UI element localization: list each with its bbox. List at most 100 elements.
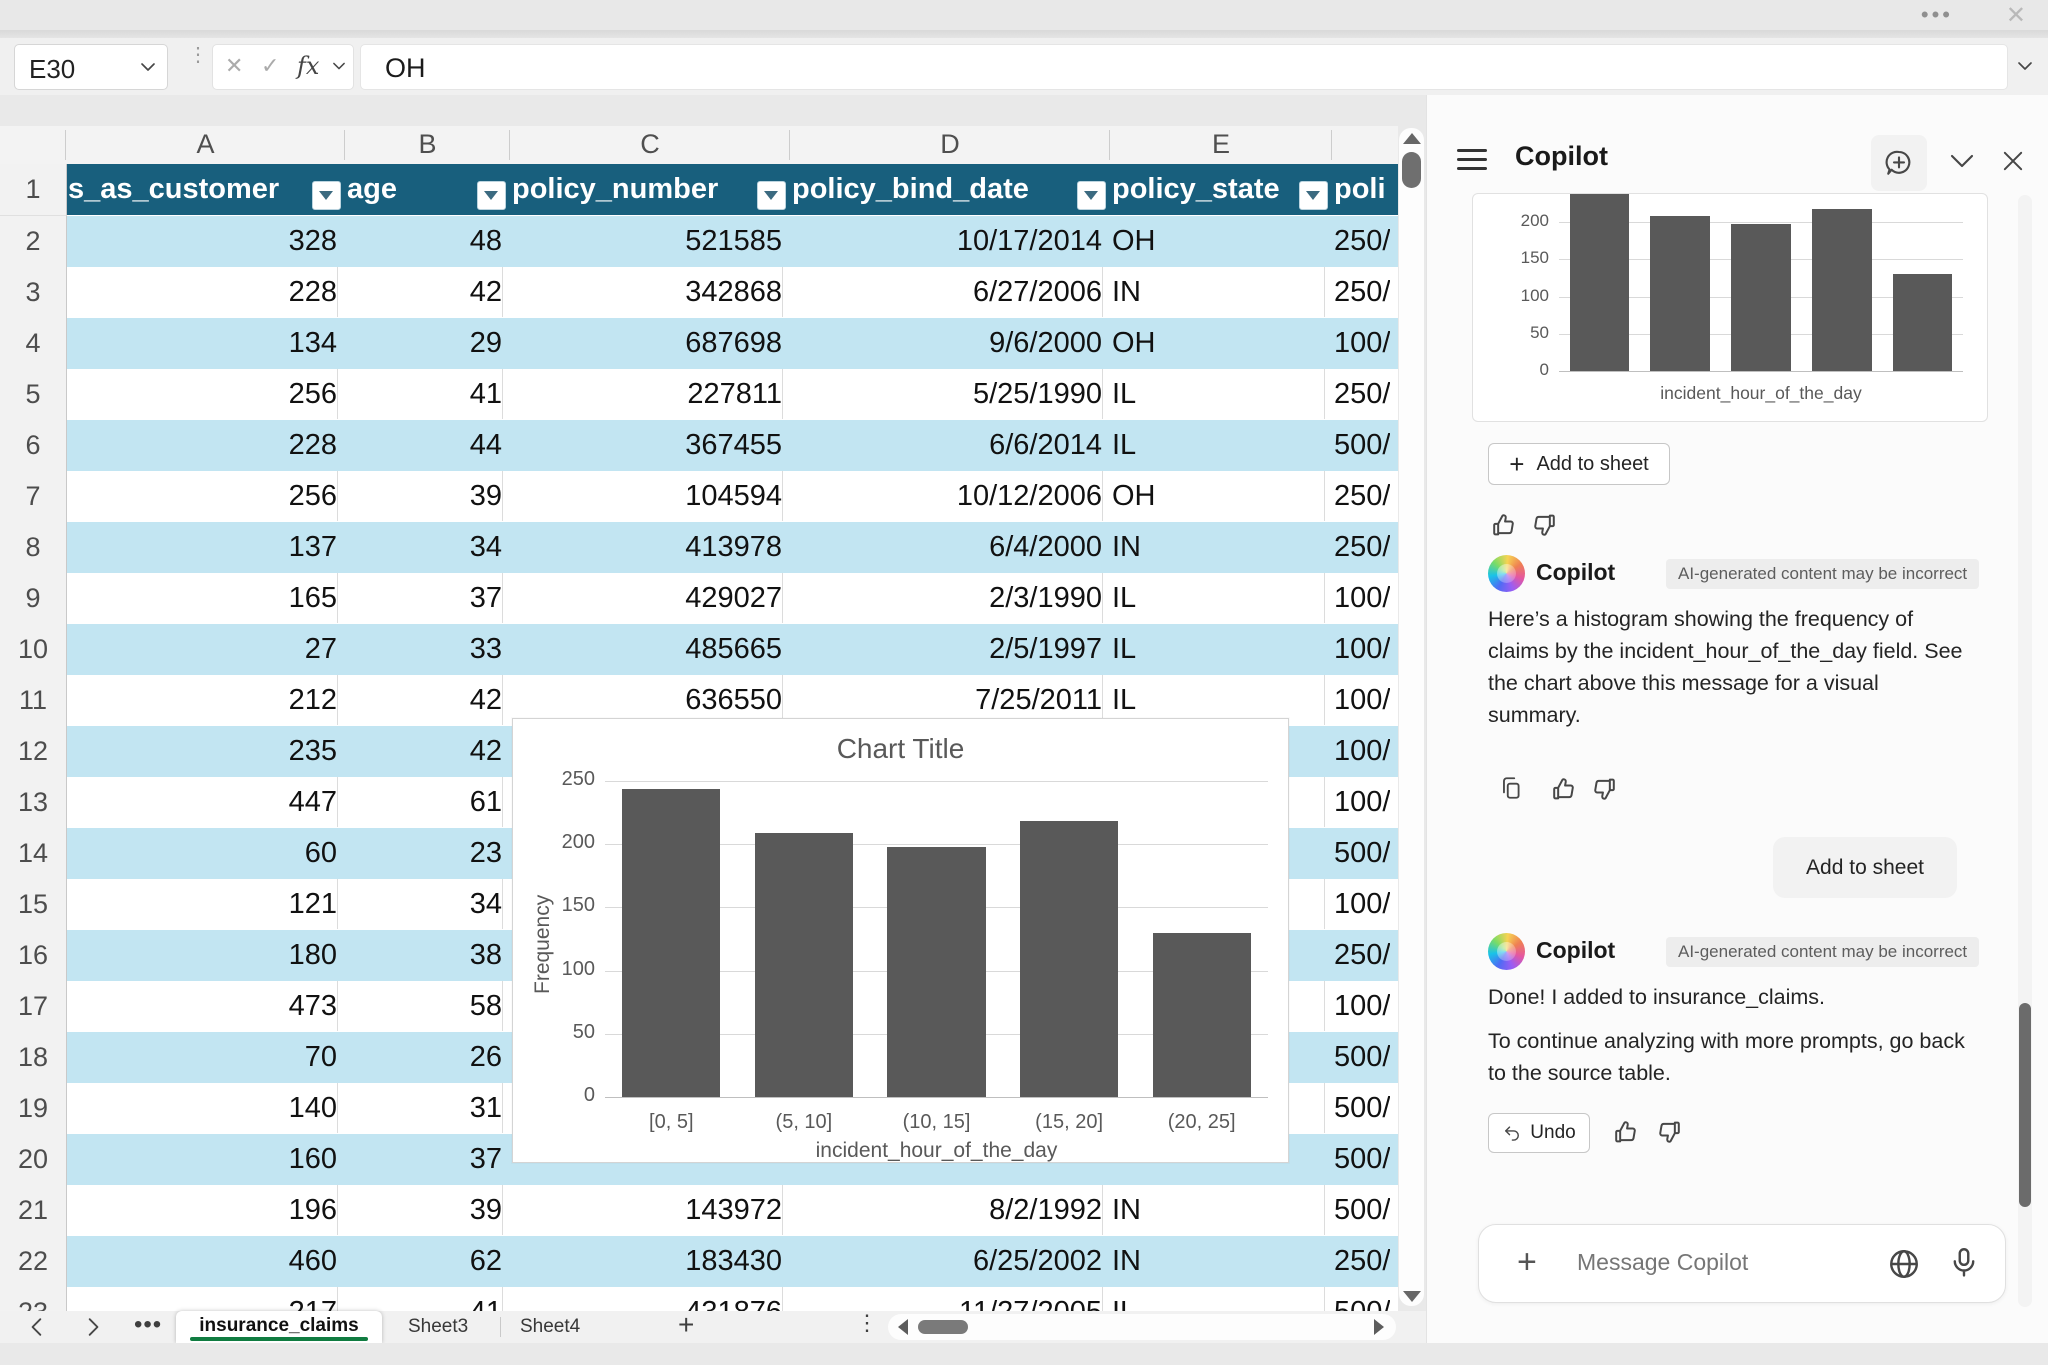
cell-C10[interactable]: 485665 (512, 624, 782, 674)
row-header-3[interactable]: 3 (0, 267, 67, 319)
filter-dropdown-icon[interactable] (477, 181, 506, 210)
cell-4[interactable]: 100/ (1334, 318, 1390, 368)
formula-bar-expand-icon[interactable] (2016, 59, 2034, 73)
cell-B18[interactable]: 26 (347, 1032, 502, 1082)
tab-sheet4[interactable]: Sheet4 (520, 1316, 580, 1338)
cell-B17[interactable]: 58 (347, 981, 503, 1031)
filter-dropdown-icon[interactable] (1299, 181, 1328, 210)
close-icon[interactable] (1999, 147, 2027, 175)
row-header-11[interactable]: 11 (0, 675, 67, 727)
cell-E5[interactable]: IL (1112, 369, 1325, 419)
cell-E6[interactable]: IL (1112, 420, 1324, 470)
cell-D4[interactable]: 9/6/2000 (792, 318, 1102, 368)
cell-B23[interactable]: 41 (347, 1287, 503, 1311)
cell-B13[interactable]: 61 (347, 777, 503, 827)
cell-C3[interactable]: 342868 (512, 267, 783, 317)
row-header-12[interactable]: 12 (0, 726, 67, 778)
cell-B12[interactable]: 42 (347, 726, 502, 776)
row-header-1[interactable]: 1 (0, 164, 67, 216)
filter-dropdown-icon[interactable] (1077, 181, 1106, 210)
copy-icon[interactable] (1498, 775, 1528, 805)
cell-7[interactable]: 250/ (1334, 471, 1390, 521)
cell-D5[interactable]: 5/25/1990 (792, 369, 1103, 419)
cell-E8[interactable]: IN (1112, 522, 1324, 572)
cell-D21[interactable]: 8/2/1992 (792, 1185, 1103, 1235)
chevron-down-icon[interactable] (139, 60, 157, 74)
row-header-22[interactable]: 22 (0, 1236, 67, 1288)
cell-23[interactable]: 500/ (1334, 1287, 1390, 1311)
cell-B15[interactable]: 34 (347, 879, 503, 929)
tab-sheet3[interactable]: Sheet3 (408, 1316, 468, 1338)
tab-options-icon[interactable]: ⋮ (856, 1310, 878, 1336)
row-header-20[interactable]: 20 (0, 1134, 67, 1186)
cell-A6[interactable]: 228 (68, 420, 337, 470)
row-header-17[interactable]: 17 (0, 981, 67, 1033)
table-header-policy_state[interactable]: policy_state (1112, 164, 1330, 214)
cell-22[interactable]: 250/ (1334, 1236, 1390, 1286)
add-sheet-icon[interactable]: + (678, 1309, 694, 1341)
copilot-chart-card[interactable]: 050100150200incident_hour_of_the_day (1472, 193, 1988, 422)
cell-6[interactable]: 500/ (1334, 420, 1390, 470)
cell-D3[interactable]: 6/27/2006 (792, 267, 1103, 317)
cell-B3[interactable]: 42 (347, 267, 503, 317)
vertical-scrollbar-thumb[interactable] (1402, 152, 1421, 188)
cell-A8[interactable]: 137 (68, 522, 337, 572)
row-header-23[interactable]: 23 (0, 1287, 67, 1311)
prev-sheet-icon[interactable] (28, 1317, 46, 1337)
cell-A3[interactable]: 228 (68, 267, 338, 317)
cell-D6[interactable]: 6/6/2014 (792, 420, 1102, 470)
attach-plus-icon[interactable]: + (1517, 1243, 1537, 1282)
all-sheets-icon[interactable]: ••• (134, 1311, 162, 1339)
cell-B6[interactable]: 44 (347, 420, 502, 470)
cell-A7[interactable]: 256 (68, 471, 338, 521)
cell-20[interactable]: 500/ (1334, 1134, 1390, 1184)
formula-input[interactable]: OH (360, 44, 2008, 90)
row-header-7[interactable]: 7 (0, 471, 67, 523)
cell-A16[interactable]: 180 (68, 930, 337, 980)
cell-A2[interactable]: 328 (68, 216, 337, 266)
name-box[interactable]: E30 (14, 44, 168, 90)
cell-A4[interactable]: 134 (68, 318, 337, 368)
cell-5[interactable]: 250/ (1334, 369, 1390, 419)
undo-button[interactable]: Undo (1488, 1113, 1590, 1153)
cell-D8[interactable]: 6/4/2000 (792, 522, 1102, 572)
cell-B22[interactable]: 62 (347, 1236, 502, 1286)
horizontal-scrollbar-thumb[interactable] (918, 1320, 968, 1334)
drag-handle-icon[interactable]: ⋮ (188, 50, 208, 60)
cell-A14[interactable]: 60 (68, 828, 337, 878)
cell-A11[interactable]: 212 (68, 675, 338, 725)
cell-E3[interactable]: IN (1112, 267, 1325, 317)
cell-2[interactable]: 250/ (1334, 216, 1390, 266)
cell-C23[interactable]: 431876 (512, 1287, 783, 1311)
cell-C2[interactable]: 521585 (512, 216, 782, 266)
message-copilot-input[interactable]: + Message Copilot (1478, 1224, 2006, 1303)
row-header-16[interactable]: 16 (0, 930, 67, 982)
cell-D10[interactable]: 2/5/1997 (792, 624, 1102, 674)
cell-B20[interactable]: 37 (347, 1134, 502, 1184)
cell-8[interactable]: 250/ (1334, 522, 1390, 572)
cell-14[interactable]: 500/ (1334, 828, 1390, 878)
cell-B4[interactable]: 29 (347, 318, 502, 368)
cell-B2[interactable]: 48 (347, 216, 502, 266)
cell-C4[interactable]: 687698 (512, 318, 782, 368)
cell-D9[interactable]: 2/3/1990 (792, 573, 1103, 623)
thumbs-up-icon[interactable] (1550, 775, 1580, 805)
cell-E23[interactable]: IL (1112, 1287, 1325, 1311)
more-options-icon[interactable]: ••• (1921, 2, 1953, 28)
cell-A19[interactable]: 140 (68, 1083, 338, 1133)
cell-11[interactable]: 100/ (1334, 675, 1390, 725)
row-header-4[interactable]: 4 (0, 318, 67, 370)
row-header-2[interactable]: 2 (0, 216, 67, 268)
cell-D23[interactable]: 11/27/2005 (792, 1287, 1103, 1311)
cell-9[interactable]: 100/ (1334, 573, 1390, 623)
confirm-entry-icon[interactable]: ✓ (261, 53, 279, 79)
cell-A22[interactable]: 460 (68, 1236, 337, 1286)
thumbs-down-icon[interactable] (1655, 1118, 1685, 1148)
cell-D7[interactable]: 10/12/2006 (792, 471, 1103, 521)
cell-B11[interactable]: 42 (347, 675, 503, 725)
cell-C6[interactable]: 367455 (512, 420, 782, 470)
row-header-19[interactable]: 19 (0, 1083, 67, 1135)
cell-A5[interactable]: 256 (68, 369, 338, 419)
cell-B10[interactable]: 33 (347, 624, 502, 674)
cell-12[interactable]: 100/ (1334, 726, 1390, 776)
